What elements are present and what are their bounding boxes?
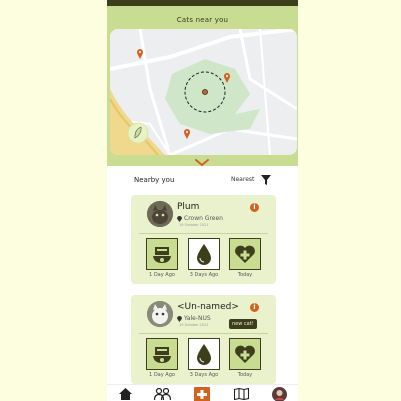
stat-food-label: 1 Day Ago	[149, 372, 175, 378]
cat-avatar	[147, 201, 173, 227]
cat-card[interactable]: Plum Crown Green 19 October 2021 i 1 Day…	[131, 195, 276, 284]
divider	[139, 333, 268, 334]
location-pin-icon	[177, 315, 182, 322]
bottom-nav	[107, 384, 298, 401]
divider	[139, 233, 268, 234]
food-bowl-icon	[147, 239, 177, 269]
map-title: Cats near you	[176, 16, 229, 24]
map-view[interactable]	[110, 29, 297, 155]
home-icon[interactable]	[119, 388, 132, 400]
community-icon[interactable]	[154, 388, 171, 400]
health-heart-icon	[235, 245, 255, 263]
cat-name: <Un-named>	[177, 302, 239, 312]
section-title: Nearby you	[134, 176, 175, 184]
stat-health[interactable]: Today	[229, 338, 261, 378]
location-pin-icon	[177, 215, 182, 222]
add-icon[interactable]	[194, 387, 210, 401]
chevron-down-icon[interactable]	[195, 159, 209, 167]
stat-food-label: 1 Day Ago	[149, 272, 175, 278]
info-icon[interactable]: i	[250, 203, 259, 212]
cat-time: 19 October 2021	[179, 323, 209, 327]
stat-water[interactable]: 3 Days Ago	[188, 338, 220, 378]
stat-health-label: Today	[237, 372, 253, 378]
stat-water-label: 3 Days Ago	[189, 272, 219, 278]
map-icon[interactable]	[234, 388, 249, 400]
cat-location-label: Yale-NUS	[184, 315, 211, 322]
info-icon[interactable]: i	[250, 303, 259, 312]
stat-food[interactable]: 1 Day Ago	[146, 238, 178, 278]
cat-name: Plum	[177, 202, 200, 212]
new-cat-badge: new cat!	[229, 319, 257, 329]
profile-icon[interactable]	[272, 387, 287, 401]
phone-screen: Cats near you Nearby you Nearest Plum Cr…	[107, 0, 298, 401]
stat-health[interactable]: Today	[229, 238, 261, 278]
map-panel: Cats near you	[107, 6, 298, 167]
cat-location-label: Crown Green	[184, 215, 223, 222]
stat-health-label: Today	[237, 272, 253, 278]
cat-time: 19 October 2021	[179, 223, 209, 227]
cat-avatar	[147, 301, 173, 327]
stat-food[interactable]: 1 Day Ago	[146, 338, 178, 378]
cat-location: Yale-NUS	[177, 315, 211, 322]
stat-water-label: 3 Days Ago	[189, 372, 219, 378]
nearby-header: Nearby you Nearest	[107, 173, 298, 189]
stat-water[interactable]: 3 Days Ago	[188, 238, 220, 278]
cat-card[interactable]: <Un-named> Yale-NUS 19 October 2021 i ne…	[131, 295, 276, 384]
food-bowl-icon	[147, 339, 177, 369]
water-drop-icon	[197, 344, 211, 365]
cat-location: Crown Green	[177, 215, 223, 222]
water-drop-icon	[197, 244, 211, 265]
sort-label[interactable]: Nearest	[231, 176, 254, 183]
health-heart-icon	[235, 345, 255, 363]
filter-icon[interactable]	[261, 175, 271, 185]
